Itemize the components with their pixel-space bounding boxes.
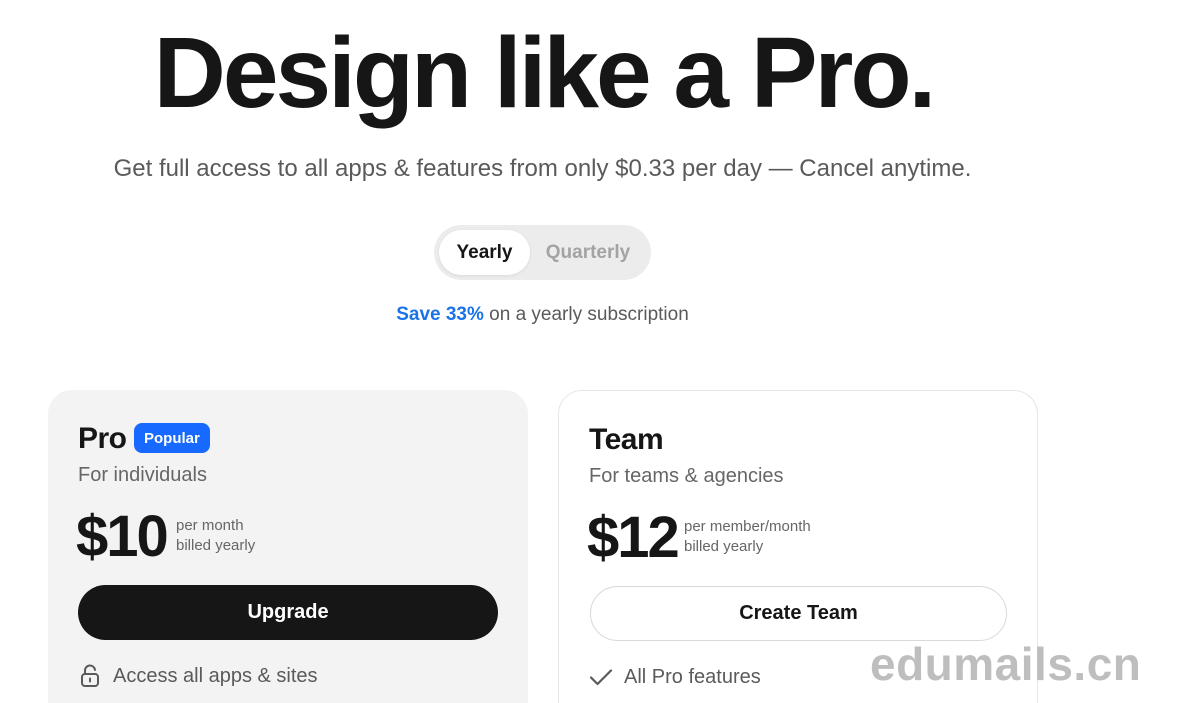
plan-price: $12 — [587, 505, 680, 570]
page-title: Design like a Pro. — [153, 17, 937, 129]
toggle-yearly[interactable]: Yearly — [439, 230, 530, 275]
price-note: per member/month billed yearly — [684, 517, 811, 557]
watermark: edumails.cn — [870, 638, 1142, 690]
plan-price: $10 — [76, 504, 169, 569]
plan-description: For individuals — [78, 464, 207, 486]
price-billing: billed yearly — [176, 537, 256, 554]
plan-name: Pro — [78, 422, 127, 455]
price-billing: billed yearly — [684, 538, 764, 555]
upgrade-button[interactable]: Upgrade — [78, 585, 498, 640]
price-period: per month — [176, 517, 244, 534]
feature-item: Access all apps & sites — [78, 664, 318, 688]
popular-badge: Popular — [134, 423, 210, 453]
pricing-page: Design like a Pro. Get full access to al… — [0, 0, 1179, 703]
page-subtitle: Get full access to all apps & features f… — [113, 155, 972, 182]
create-team-button[interactable]: Create Team — [590, 586, 1007, 641]
feature-item: All Pro features — [589, 665, 761, 689]
savings-text: on a yearly subscription — [483, 304, 689, 325]
plan-description: For teams & agencies — [589, 465, 784, 487]
unlock-icon — [78, 664, 102, 688]
price-period: per member/month — [684, 518, 811, 535]
toggle-quarterly[interactable]: Quarterly — [530, 230, 646, 275]
plan-name: Team — [589, 423, 664, 456]
savings-note: Save 33% on a yearly subscription — [0, 302, 1085, 328]
check-icon — [589, 665, 613, 689]
price-note: per month billed yearly — [176, 516, 255, 556]
feature-text: Access all apps & sites — [113, 664, 318, 687]
plan-card-pro: Pro Popular For individuals $10 per mont… — [48, 390, 528, 703]
savings-highlight: Save 33% — [396, 304, 484, 325]
feature-text: All Pro features — [624, 665, 761, 688]
billing-period-toggle: Yearly Quarterly — [434, 225, 651, 280]
